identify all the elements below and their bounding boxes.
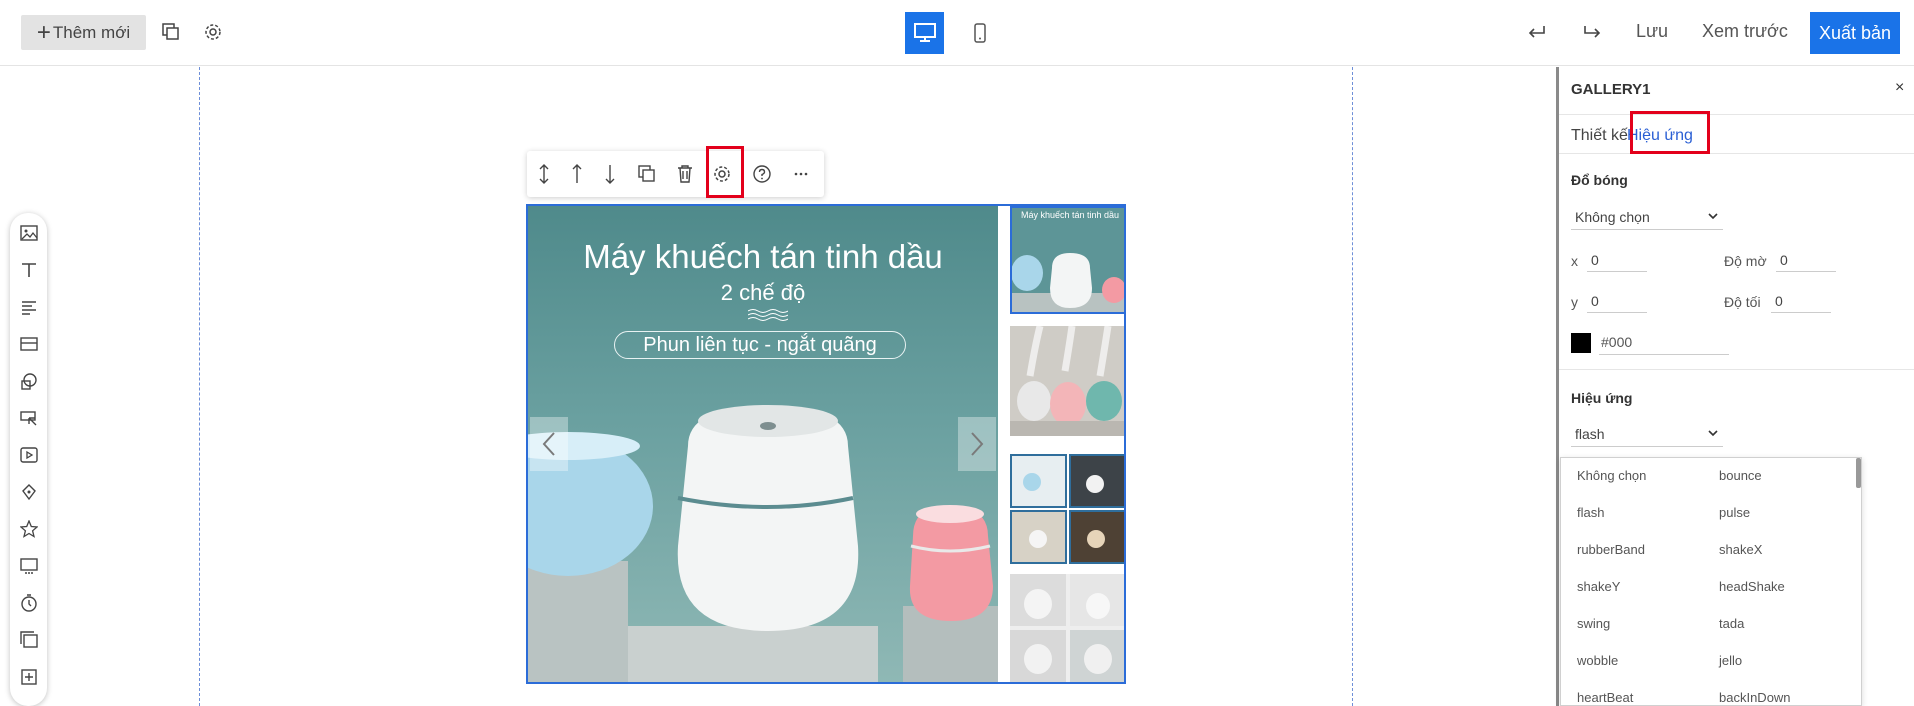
save-button[interactable]: Lưu bbox=[1636, 21, 1668, 42]
duplicate-icon[interactable] bbox=[635, 162, 659, 186]
help-icon[interactable] bbox=[750, 162, 774, 186]
shadow-select-value: Không chọn bbox=[1575, 209, 1650, 225]
slider-icon[interactable] bbox=[18, 555, 40, 577]
dropdown-option[interactable]: wobble bbox=[1577, 653, 1618, 668]
dropdown-option[interactable]: shakeY bbox=[1577, 579, 1620, 594]
top-toolbar: + Thêm mới Lưu Xem trước Xuất bản bbox=[0, 0, 1914, 66]
gallery-thumbnail[interactable] bbox=[1010, 574, 1124, 682]
video-icon[interactable] bbox=[18, 444, 40, 466]
plus-icon: + bbox=[36, 18, 51, 46]
dropdown-option[interactable]: backInDown bbox=[1719, 690, 1791, 705]
effect-dropdown-list: Không chọn bounce flash pulse rubberBand… bbox=[1560, 457, 1862, 706]
shadow-dark-label: Độ tối bbox=[1724, 294, 1761, 310]
desktop-icon bbox=[913, 23, 936, 42]
left-element-toolbar bbox=[10, 213, 47, 706]
gallery-element-icon[interactable] bbox=[18, 629, 40, 651]
gallery-thumbnail[interactable] bbox=[1010, 326, 1124, 436]
dropdown-option[interactable]: flash bbox=[1577, 505, 1604, 520]
move-down-icon[interactable] bbox=[598, 162, 622, 186]
gallery-main-pill: Phun liên tục - ngắt quãng bbox=[614, 331, 906, 359]
paragraph-icon[interactable] bbox=[18, 296, 40, 318]
dropdown-option[interactable]: pulse bbox=[1719, 505, 1750, 520]
divider bbox=[1559, 114, 1914, 115]
more-options-icon[interactable] bbox=[789, 162, 813, 186]
shadow-color-swatch[interactable] bbox=[1571, 333, 1591, 353]
add-new-label: Thêm mới bbox=[52, 22, 131, 42]
gallery-element[interactable]: Máy khuếch tán tinh dầu 2 chế độ Phun li… bbox=[526, 204, 1126, 684]
effect-tab-highlight-box bbox=[1630, 111, 1710, 154]
shadow-section-label: Đổ bóng bbox=[1571, 172, 1628, 188]
dropdown-option[interactable]: bounce bbox=[1719, 468, 1762, 483]
publish-button[interactable]: Xuất bản bbox=[1810, 12, 1900, 54]
button-element-icon[interactable] bbox=[18, 407, 40, 429]
delete-icon[interactable] bbox=[673, 162, 697, 186]
chevron-left-icon bbox=[542, 432, 555, 456]
effect-select[interactable]: flash bbox=[1571, 423, 1723, 447]
shadow-color-input[interactable]: #000 bbox=[1599, 331, 1729, 355]
countdown-icon[interactable] bbox=[18, 592, 40, 614]
dropdown-option[interactable]: jello bbox=[1719, 653, 1742, 668]
gallery-thumbnails: Máy khuếch tán tinh dầu bbox=[1010, 206, 1124, 682]
tab-design[interactable]: Thiết kế bbox=[1571, 127, 1628, 145]
gallery-main-subtitle: 2 chế độ bbox=[720, 280, 806, 305]
close-icon[interactable]: × bbox=[1895, 79, 1904, 97]
shadow-x-input[interactable]: 0 bbox=[1587, 250, 1647, 272]
preview-button[interactable]: Xem trước bbox=[1702, 21, 1788, 42]
shadow-x-label: x bbox=[1571, 253, 1578, 269]
dropdown-scrollbar[interactable] bbox=[1856, 458, 1861, 488]
dropdown-option[interactable]: swing bbox=[1577, 616, 1610, 631]
mobile-view-button[interactable] bbox=[960, 12, 999, 54]
duplicate-page-icon[interactable] bbox=[157, 18, 185, 46]
gallery-thumbnail[interactable]: Máy khuếch tán tinh dầu bbox=[1010, 206, 1124, 314]
text-icon[interactable] bbox=[18, 259, 40, 281]
move-up-icon[interactable] bbox=[565, 162, 589, 186]
waves-icon bbox=[748, 309, 788, 321]
dropdown-option[interactable]: tada bbox=[1719, 616, 1744, 631]
dropdown-option[interactable]: headShake bbox=[1719, 579, 1785, 594]
shadow-y-input[interactable]: 0 bbox=[1587, 291, 1647, 313]
undo-icon[interactable] bbox=[1523, 18, 1551, 46]
add-new-button[interactable]: + Thêm mới bbox=[21, 15, 146, 50]
gallery-next-button[interactable] bbox=[958, 417, 996, 471]
shadow-blur-label: Độ mờ bbox=[1724, 253, 1767, 269]
shadow-select[interactable]: Không chọn bbox=[1571, 206, 1723, 230]
dropdown-option[interactable]: shakeX bbox=[1719, 542, 1762, 557]
gallery-main-image[interactable]: Máy khuếch tán tinh dầu 2 chế độ Phun li… bbox=[528, 206, 998, 682]
gallery-thumbnail[interactable] bbox=[1010, 454, 1124, 564]
chevron-down-icon bbox=[1708, 213, 1718, 220]
settings-gear-icon[interactable] bbox=[199, 18, 227, 46]
divider bbox=[1559, 153, 1914, 154]
image-icon[interactable] bbox=[18, 222, 40, 244]
dropdown-option[interactable]: heartBeat bbox=[1577, 690, 1633, 705]
dropdown-option[interactable]: Không chọn bbox=[1577, 468, 1646, 483]
settings-highlight-box bbox=[706, 146, 744, 198]
divider bbox=[1559, 369, 1914, 370]
panel-title: GALLERY1 bbox=[1571, 81, 1651, 98]
star-icon[interactable] bbox=[18, 518, 40, 540]
frame-icon[interactable] bbox=[18, 666, 40, 688]
chevron-right-icon bbox=[971, 432, 984, 456]
chevron-down-icon bbox=[1708, 430, 1718, 437]
gallery-main-title: Máy khuếch tán tinh dầu bbox=[583, 238, 943, 275]
pen-icon[interactable] bbox=[18, 481, 40, 503]
resize-height-icon[interactable] bbox=[532, 162, 556, 186]
shadow-y-label: y bbox=[1571, 294, 1578, 310]
effect-section-label: Hiệu ứng bbox=[1571, 390, 1633, 406]
effect-select-value: flash bbox=[1575, 426, 1605, 442]
element-action-toolbar bbox=[527, 151, 824, 197]
shadow-dark-input[interactable]: 0 bbox=[1771, 291, 1831, 313]
right-guide-line bbox=[1352, 67, 1353, 706]
gallery-prev-button[interactable] bbox=[530, 417, 568, 471]
dropdown-option[interactable]: rubberBand bbox=[1577, 542, 1645, 557]
mobile-icon bbox=[973, 23, 986, 43]
section-icon[interactable] bbox=[18, 333, 40, 355]
redo-icon[interactable] bbox=[1578, 18, 1606, 46]
left-guide-line bbox=[199, 67, 200, 706]
shape-icon[interactable] bbox=[18, 370, 40, 392]
desktop-view-button[interactable] bbox=[905, 12, 944, 54]
shadow-blur-input[interactable]: 0 bbox=[1776, 250, 1836, 272]
